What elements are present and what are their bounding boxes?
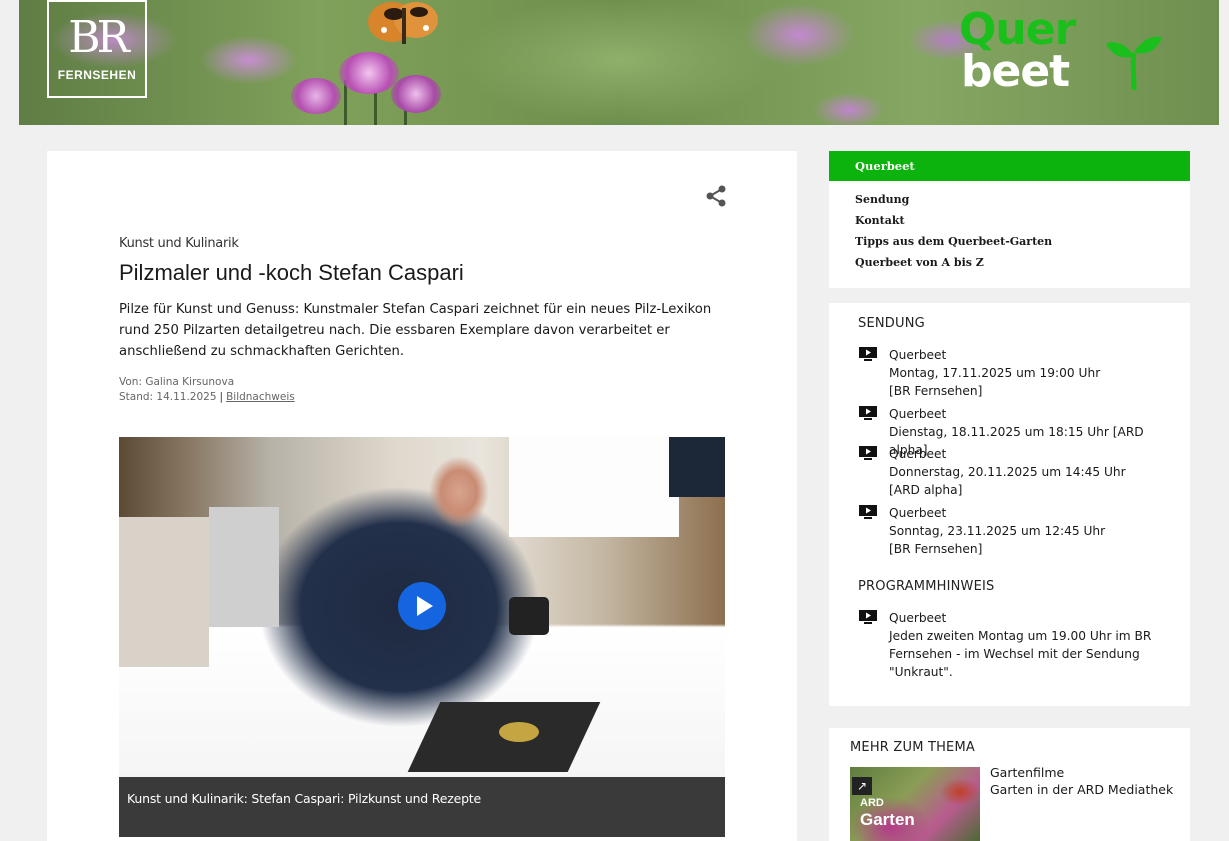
article-kicker: Kunst und Kulinarik (119, 236, 239, 251)
play-icon[interactable] (398, 582, 446, 630)
nav-item-tipps[interactable]: Tipps aus dem Querbeet-Garten (855, 231, 1190, 252)
related-box: MEHR ZUM THEMA ↗ ARD Garten Gartenfilme … (829, 728, 1190, 841)
tv-play-icon (859, 505, 877, 519)
video-scene-softbox (509, 437, 679, 537)
sendung-title: SENDUNG (858, 316, 925, 331)
video-scene-cabinet (119, 517, 209, 667)
programmhinweis-line: "Unkraut". (889, 665, 953, 679)
section-nav: Querbeet Sendung Kontakt Tipps aus dem Q… (829, 151, 1190, 288)
programmhinweis-line: Jeden zweiten Montag um 19.00 Uhr im BR (889, 629, 1152, 643)
external-link-icon: ↗ (852, 777, 872, 795)
broadcast-name[interactable]: Querbeet (889, 445, 1126, 463)
programmhinweis-text: Querbeet Jeden zweiten Montag um 19.00 U… (889, 609, 1151, 681)
video-player[interactable]: Kunst und Kulinarik: Stefan Caspari: Pil… (119, 437, 725, 837)
broadcast-entry[interactable]: Querbeet Donnerstag, 20.11.2025 um 14:45… (859, 445, 1179, 499)
thumbnail-title: Garten (860, 810, 915, 829)
ard-logo-text: ARD (860, 797, 884, 809)
broadcast-entry[interactable]: Querbeet Montag, 17.11.2025 um 19:00 Uhr… (859, 346, 1179, 400)
nav-item-sendung[interactable]: Sendung (855, 189, 1190, 210)
br-fernsehen-logo[interactable]: BR FERNSEHEN (47, 0, 147, 98)
nav-list: Sendung Kontakt Tipps aus dem Querbeet-G… (829, 181, 1190, 273)
broadcast-channel: [BR Fernsehen] (889, 384, 983, 398)
article-teaser: Pilze für Kunst und Genuss: Kunstmaler S… (119, 302, 712, 359)
broadcast-name[interactable]: Querbeet (889, 504, 1105, 522)
nav-item-a-bis-z[interactable]: Querbeet von A bis Z (855, 252, 1190, 273)
butterfly-icon (368, 2, 438, 44)
tv-play-icon (859, 347, 877, 361)
sprout-icon (1106, 36, 1162, 90)
broadcast-channel: [ARD alpha] (889, 483, 963, 497)
video-caption: Kunst und Kulinarik: Stefan Caspari: Pil… (119, 777, 725, 837)
br-logo-subtext: FERNSEHEN (57, 68, 137, 82)
article-card: Kunst und Kulinarik Pilzmaler und -koch … (47, 151, 797, 841)
share-icon[interactable] (705, 185, 727, 207)
header-banner: BR FERNSEHEN Quer beet (19, 0, 1219, 125)
nav-header-querbeet[interactable]: Querbeet (829, 151, 1190, 181)
broadcast-entry-text: Querbeet Donnerstag, 20.11.2025 um 14:45… (889, 445, 1126, 499)
article-byline: Von: Galina Kirsunova Stand: 14.11.2025 |… (119, 375, 295, 405)
verbena-flower (339, 52, 399, 94)
broadcast-name[interactable]: Querbeet (889, 346, 1100, 364)
stand-line: Stand: 14.11.2025 | Bildnachweis (119, 390, 295, 405)
tv-play-icon (859, 406, 877, 420)
programmhinweis-entry[interactable]: Querbeet Jeden zweiten Montag um 19.00 U… (859, 609, 1179, 681)
verbena-flower (391, 75, 441, 113)
broadcast-time: Sonntag, 23.11.2025 um 12:45 Uhr (889, 524, 1106, 538)
verbena-flower (291, 78, 341, 114)
broadcast-entry-text: Querbeet Montag, 17.11.2025 um 19:00 Uhr… (889, 346, 1100, 400)
gartenfilme-thumbnail[interactable]: ↗ ARD Garten (850, 767, 980, 841)
br-logo-text: BR (68, 12, 129, 63)
author: Von: Galina Kirsunova (119, 376, 235, 388)
tv-play-icon (859, 610, 877, 624)
nav-item-kontakt[interactable]: Kontakt (855, 210, 1190, 231)
stand-date: Stand: 14.11.2025 (119, 391, 217, 403)
video-scene-food (499, 722, 539, 742)
programmhinweis-line: Fernsehen - im Wechsel mit der Sendung (889, 647, 1140, 661)
broadcast-channel: [BR Fernsehen] (889, 542, 983, 556)
bildnachweis-link[interactable]: Bildnachweis (226, 391, 295, 403)
programmhinweis-name[interactable]: Querbeet (889, 609, 1151, 627)
querbeet-logo[interactable]: Quer beet (959, 8, 1179, 98)
related-link-title: Gartenfilme (990, 765, 1065, 780)
related-link-subtitle: Garten in der ARD Mediathek (990, 782, 1174, 797)
mehr-zum-thema-title: MEHR ZUM THEMA (850, 740, 975, 755)
broadcast-box: SENDUNG Querbeet Montag, 17.11.2025 um 1… (829, 303, 1190, 706)
broadcast-entry[interactable]: Querbeet Dienstag, 18.11.2025 um 18:15 U… (859, 405, 1179, 457)
broadcast-time: Donnerstag, 20.11.2025 um 14:45 Uhr (889, 465, 1126, 479)
video-scene-camera (509, 597, 549, 635)
byline-separator: | (219, 391, 224, 403)
broadcast-entry[interactable]: Querbeet Sonntag, 23.11.2025 um 12:45 Uh… (859, 504, 1179, 558)
querbeet-logo-line2: beet (961, 46, 1070, 97)
broadcast-name[interactable]: Querbeet (889, 405, 1179, 423)
tv-play-icon (859, 446, 877, 460)
video-scene-stove (209, 507, 279, 627)
video-scene-shelf (669, 437, 725, 497)
programmhinweis-title: PROGRAMMHINWEIS (858, 579, 995, 594)
article-headline: Pilzmaler und -koch Stefan Caspari (119, 260, 464, 285)
broadcast-time: Montag, 17.11.2025 um 19:00 Uhr (889, 366, 1101, 380)
related-link[interactable]: Gartenfilme Garten in der ARD Mediathek (990, 764, 1173, 798)
broadcast-entry-text: Querbeet Sonntag, 23.11.2025 um 12:45 Uh… (889, 504, 1105, 558)
